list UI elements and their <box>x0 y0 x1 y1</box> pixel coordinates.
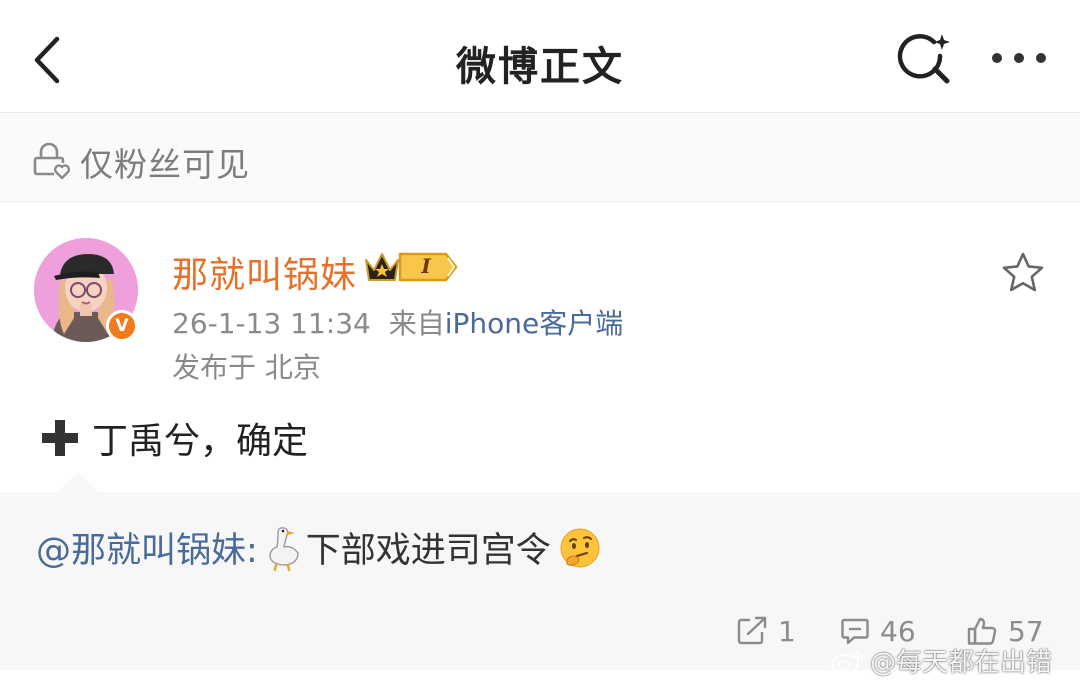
repost-mention-link[interactable]: @那就叫锅妹: <box>36 522 258 573</box>
more-dot-icon <box>992 53 1002 63</box>
weibo-logo-icon <box>831 650 864 674</box>
search-button[interactable] <box>896 30 956 90</box>
search-icon <box>897 34 950 84</box>
repost-share-action[interactable]: 1 <box>736 614 796 648</box>
post-body: 丁禹兮，确定 <box>40 412 308 464</box>
plus-icon <box>42 420 78 456</box>
post-text: 丁禹兮，确定 <box>92 421 309 462</box>
repost-body: 下部戏进司宫令 <box>305 531 551 571</box>
post-source-link[interactable]: iPhone客户端 <box>445 307 624 340</box>
repost-text-line: @那就叫锅妹: 下部戏进司宫令 <box>36 522 601 573</box>
more-dot-icon <box>1036 53 1046 63</box>
top-navbar: 微博正文 <box>0 0 1080 113</box>
goose-emoji <box>269 526 299 571</box>
repost-pointer <box>58 472 98 492</box>
thinking-face-emoji <box>560 528 600 567</box>
more-button[interactable] <box>986 38 1052 78</box>
vip-level-text: I <box>421 254 431 278</box>
more-dot-icon <box>1014 53 1024 63</box>
weibo-watermark: @每天都在出错 <box>830 642 1052 679</box>
verified-badge: V <box>106 310 138 342</box>
post-timestamp: 26-1-13 11:34 <box>172 307 371 340</box>
crown-icon <box>365 253 399 281</box>
star-outline-icon <box>1002 252 1044 292</box>
visibility-label: 仅粉丝可见 <box>80 145 250 184</box>
post-location: 发布于 北京 <box>172 351 321 384</box>
favorite-button[interactable] <box>1000 250 1046 296</box>
share-icon <box>737 616 767 645</box>
share-count: 1 <box>778 614 796 648</box>
author-name[interactable]: 那就叫锅妹 <box>172 246 357 298</box>
visibility-notice: 仅粉丝可见 <box>0 114 1080 202</box>
post-meta: 26-1-13 11:34 来自iPhone客户端 <box>172 302 623 342</box>
watermark-text: @每天都在出错 <box>870 648 1053 678</box>
source-prefix: 来自 <box>388 307 445 340</box>
lock-heart-icon <box>33 142 70 180</box>
